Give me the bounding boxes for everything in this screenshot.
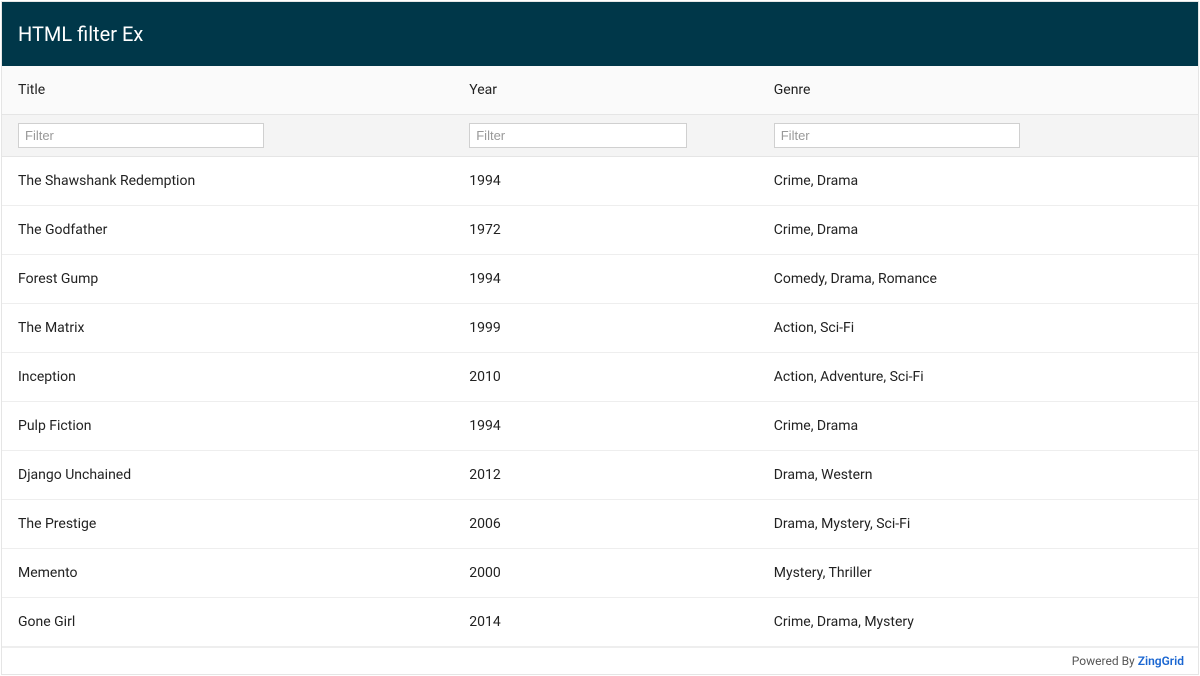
cell-genre: Crime, Drama <box>758 402 1198 450</box>
cell-genre: Crime, Drama <box>758 157 1198 205</box>
table-row: Memento 2000 Mystery, Thriller <box>2 549 1198 598</box>
cell-title: Forest Gump <box>2 255 453 303</box>
table-row: Forest Gump 1994 Comedy, Drama, Romance <box>2 255 1198 304</box>
filter-input-title[interactable] <box>18 123 264 148</box>
cell-genre: Action, Adventure, Sci-Fi <box>758 353 1198 401</box>
cell-title: The Godfather <box>2 206 453 254</box>
cell-year: 1999 <box>453 304 758 352</box>
grid-caption: HTML filter Ex <box>2 2 1198 66</box>
cell-genre: Mystery, Thriller <box>758 549 1198 597</box>
cell-genre: Crime, Drama <box>758 206 1198 254</box>
footer-prefix: Powered By <box>1072 654 1138 668</box>
column-header-genre[interactable]: Genre <box>758 66 1198 114</box>
table-row: Pulp Fiction 1994 Crime, Drama <box>2 402 1198 451</box>
cell-year: 2000 <box>453 549 758 597</box>
table-row: Inception 2010 Action, Adventure, Sci-Fi <box>2 353 1198 402</box>
table-row: The Prestige 2006 Drama, Mystery, Sci-Fi <box>2 500 1198 549</box>
cell-year: 2014 <box>453 598 758 646</box>
table-row: The Shawshank Redemption 1994 Crime, Dra… <box>2 157 1198 206</box>
cell-genre: Crime, Drama, Mystery <box>758 598 1198 646</box>
cell-genre: Action, Sci-Fi <box>758 304 1198 352</box>
filter-cell-year <box>453 123 758 148</box>
cell-year: 2012 <box>453 451 758 499</box>
table-row: Django Unchained 2012 Drama, Western <box>2 451 1198 500</box>
filter-cell-genre <box>758 123 1198 148</box>
cell-title: The Matrix <box>2 304 453 352</box>
cell-genre: Drama, Western <box>758 451 1198 499</box>
table-row: The Godfather 1972 Crime, Drama <box>2 206 1198 255</box>
cell-genre: Comedy, Drama, Romance <box>758 255 1198 303</box>
filter-row <box>2 115 1198 157</box>
cell-year: 2006 <box>453 500 758 548</box>
cell-year: 1972 <box>453 206 758 254</box>
cell-year: 1994 <box>453 157 758 205</box>
cell-genre: Drama, Mystery, Sci-Fi <box>758 500 1198 548</box>
cell-title: Gone Girl <box>2 598 453 646</box>
grid-footer: Powered By ZingGrid <box>2 647 1198 674</box>
filter-cell-title <box>2 123 453 148</box>
table-row: Gone Girl 2014 Crime, Drama, Mystery <box>2 598 1198 647</box>
cell-title: The Shawshank Redemption <box>2 157 453 205</box>
filter-input-year[interactable] <box>469 123 687 148</box>
cell-title: Memento <box>2 549 453 597</box>
table-row: The Matrix 1999 Action, Sci-Fi <box>2 304 1198 353</box>
column-header-row: Title Year Genre <box>2 66 1198 115</box>
cell-year: 1994 <box>453 255 758 303</box>
cell-year: 1994 <box>453 402 758 450</box>
column-header-year[interactable]: Year <box>453 66 758 114</box>
cell-title: Django Unchained <box>2 451 453 499</box>
cell-title: Inception <box>2 353 453 401</box>
data-grid: HTML filter Ex Title Year Genre The Shaw… <box>1 1 1199 675</box>
filter-input-genre[interactable] <box>774 123 1020 148</box>
cell-year: 2010 <box>453 353 758 401</box>
cell-title: The Prestige <box>2 500 453 548</box>
footer-brand-link[interactable]: ZingGrid <box>1138 654 1184 668</box>
column-header-title[interactable]: Title <box>2 66 453 114</box>
cell-title: Pulp Fiction <box>2 402 453 450</box>
